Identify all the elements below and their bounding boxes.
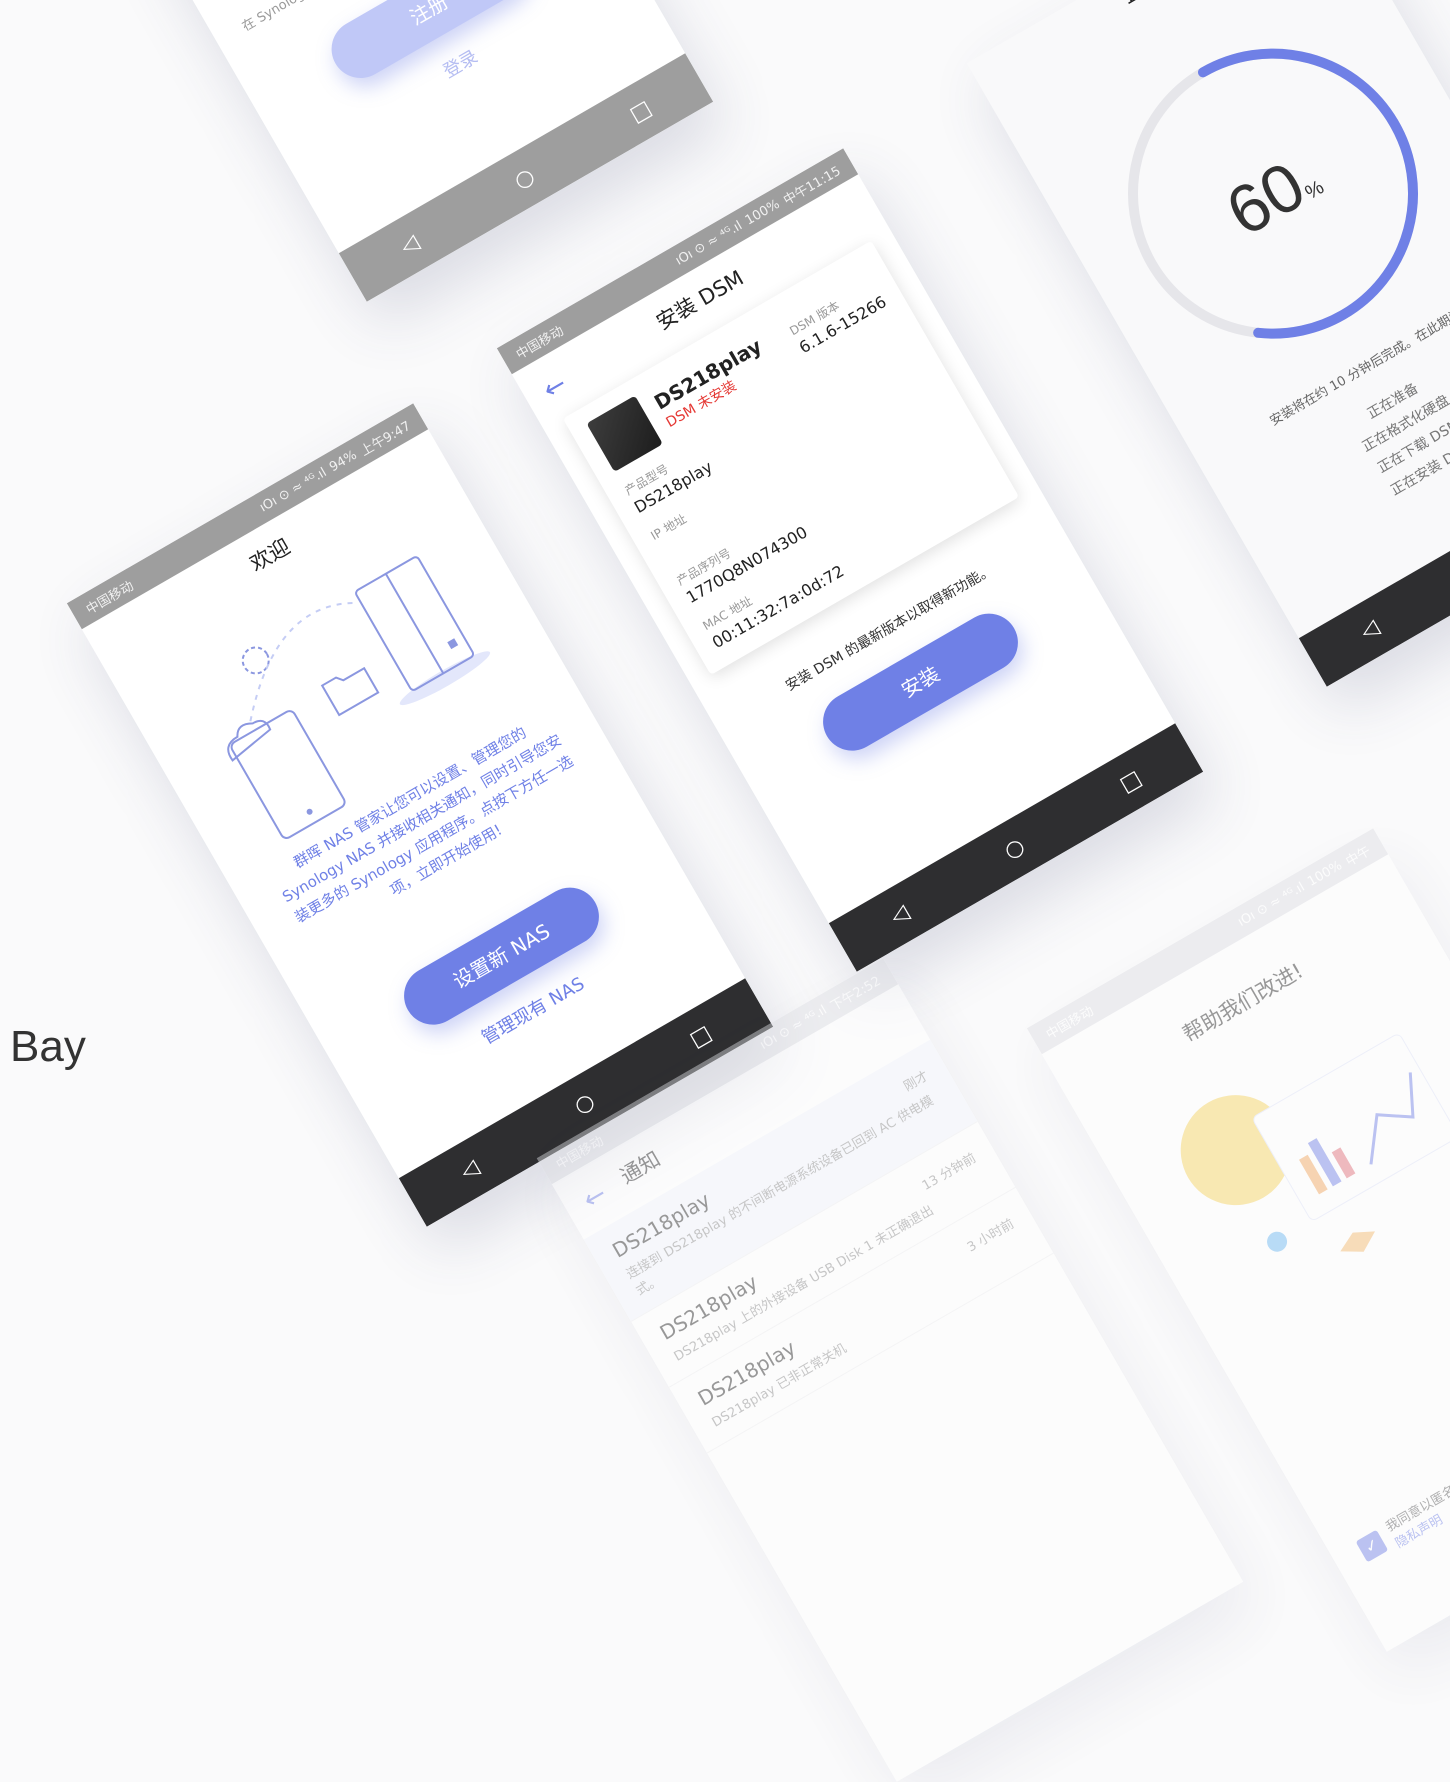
nav-back-icon[interactable]: ◁: [1356, 615, 1383, 645]
gear-icon: [241, 646, 270, 675]
clock: 中午: [1343, 843, 1374, 870]
nav-home-icon[interactable]: ○: [510, 163, 539, 194]
nav-recent-icon[interactable]: □: [625, 95, 656, 127]
nav-back-icon[interactable]: ◁: [886, 900, 913, 930]
install-nav-bar: ◁ ○ □: [828, 723, 1204, 972]
carrier-label: 中国移动: [513, 323, 567, 363]
clock: 上午9:47: [358, 418, 414, 460]
nav-back-icon[interactable]: ◁: [396, 230, 423, 260]
nas-device-image: [586, 395, 663, 472]
phone-illustration-icon: [230, 710, 346, 839]
nas-illustration-icon: [355, 556, 491, 706]
nav-recent-icon[interactable]: □: [1115, 765, 1146, 797]
battery-level: 94%: [326, 447, 360, 475]
nav-back-icon[interactable]: ◁: [456, 1155, 483, 1185]
clock: 中午11:15: [780, 163, 844, 209]
side-label: Bay: [10, 1022, 86, 1071]
analytics-illustration: [1180, 1034, 1450, 1252]
nav-home-icon[interactable]: ○: [570, 1088, 599, 1119]
battery-level: 100%: [1304, 857, 1345, 890]
carrier-label: 中国移动: [83, 578, 137, 618]
consent-checkbox[interactable]: ✓: [1355, 1529, 1389, 1563]
clock: 下午2:52: [828, 973, 884, 1015]
consent-row: ✓ 我同意以匿名方式... Synology提升... 隐私声明: [1328, 1350, 1450, 1583]
nav-home-icon[interactable]: ○: [1000, 833, 1029, 864]
carrier-label: 中国移动: [1043, 1003, 1097, 1043]
status-icons: ıOı ⊙ ≈ ⁴ᴳ.ıl: [1235, 879, 1308, 930]
battery-level: 100%: [742, 196, 783, 229]
folder-icon: [320, 666, 380, 717]
register-phone: 在 Synology... 的 NAS、掌... 注册 登录 ◁ ○ □: [6, 0, 714, 302]
nav-recent-icon[interactable]: □: [685, 1020, 716, 1052]
cloud-icon: [227, 719, 272, 762]
